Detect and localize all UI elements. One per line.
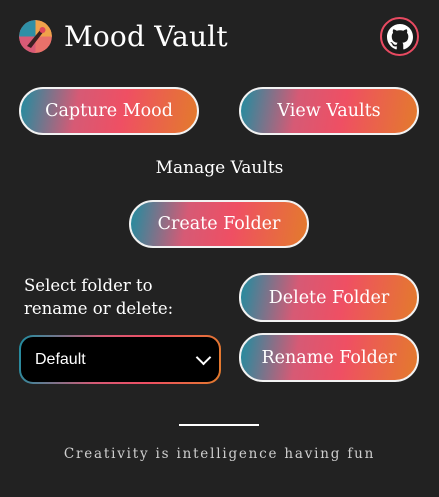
view-vaults-button[interactable]: View Vaults	[239, 87, 419, 135]
folder-select[interactable]: Default	[19, 335, 221, 384]
palette-logo-icon	[19, 20, 52, 53]
create-folder-button[interactable]: Create Folder	[129, 200, 309, 248]
footer-quote: Creativity is intelligence having fun	[63, 446, 376, 462]
folder-select-box[interactable]: Default	[21, 337, 219, 382]
app-title: Mood Vault	[64, 20, 228, 53]
delete-folder-button[interactable]: Delete Folder	[239, 273, 419, 322]
capture-mood-button[interactable]: Capture Mood	[19, 87, 199, 135]
folder-select-value: Default	[35, 350, 86, 368]
select-folder-label: Select folder to rename or delete:	[24, 276, 174, 318]
github-link[interactable]	[380, 17, 419, 56]
chevron-down-icon	[195, 349, 212, 365]
rename-folder-button[interactable]: Rename Folder	[239, 333, 419, 382]
footer-divider	[179, 424, 259, 426]
manage-vaults-heading: Manage Vaults	[155, 158, 284, 178]
github-icon	[386, 23, 413, 49]
